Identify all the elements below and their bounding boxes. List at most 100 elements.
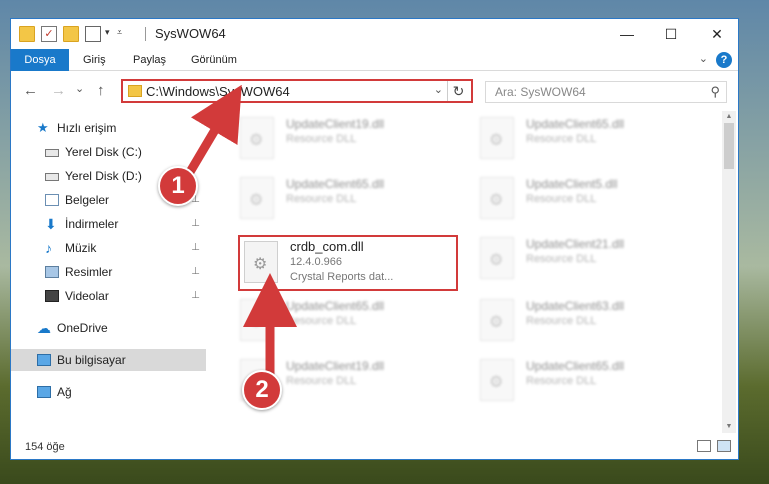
- navigation-bar: ← → ⌄ ↑ C:\Windows\SysWOW64 ⌄ ↻ Ara: Sys…: [11, 72, 738, 108]
- pin-icon[interactable]: ⊥: [191, 285, 200, 307]
- sidebar-item-onedrive[interactable]: ☁ OneDrive: [11, 317, 206, 339]
- pictures-icon: [45, 266, 59, 278]
- file-name: UpdateClient21.dll: [526, 237, 625, 251]
- new-folder-icon[interactable]: [63, 26, 79, 42]
- title-separator: [145, 27, 146, 41]
- documents-icon: [45, 194, 59, 206]
- dll-file-icon: ⚙: [480, 117, 514, 159]
- sidebar-item-label: Yerel Disk (D:): [65, 169, 142, 183]
- file-name: UpdateClient65.dll: [286, 177, 385, 191]
- file-item[interactable]: ⚙ UpdateClient65.dll Resource DLL: [476, 113, 696, 165]
- file-name: UpdateClient19.dll: [286, 359, 385, 373]
- search-icon[interactable]: ⚲: [710, 84, 720, 100]
- ribbon-tabs: Dosya Giriş Paylaş Görünüm ⌄ ?: [11, 49, 738, 71]
- address-bar[interactable]: C:\Windows\SysWOW64 ⌄ ↻: [121, 79, 473, 103]
- maximize-button[interactable]: ☐: [649, 19, 693, 49]
- network-icon: [37, 386, 51, 398]
- tab-view[interactable]: Görünüm: [181, 49, 247, 71]
- file-item[interactable]: ⚙ UpdateClient19.dll Resource DLL: [236, 113, 456, 165]
- file-version: 12.4.0.966: [290, 256, 342, 268]
- item-count: 154 öğe: [25, 441, 65, 453]
- customize-toolbar-icon[interactable]: ⩡: [117, 27, 122, 38]
- file-item[interactable]: ⚙ UpdateClient65.dll Resource DLL: [476, 355, 696, 407]
- file-type: Resource DLL: [526, 375, 597, 387]
- file-type: Resource DLL: [286, 133, 357, 145]
- minimize-button[interactable]: —: [605, 19, 649, 49]
- help-icon[interactable]: ?: [716, 52, 732, 68]
- search-input[interactable]: Ara: SysWOW64 ⚲: [485, 81, 727, 103]
- scroll-up-icon[interactable]: ▲: [722, 111, 736, 123]
- scroll-thumb[interactable]: [724, 123, 734, 169]
- file-item[interactable]: ⚙ UpdateClient63.dll Resource DLL: [476, 295, 696, 347]
- sidebar-item-network[interactable]: Ağ: [11, 381, 206, 403]
- tab-share[interactable]: Paylaş: [123, 49, 176, 71]
- close-button[interactable]: ✕: [695, 19, 739, 49]
- title-bar: ✓ ▾ ⩡ SysWOW64 — ☐ ✕: [11, 19, 738, 49]
- file-type: Resource DLL: [526, 133, 597, 145]
- status-bar: 154 öğe: [11, 435, 738, 459]
- refresh-button[interactable]: ↻: [447, 81, 469, 101]
- pin-icon[interactable]: ⊥: [191, 237, 200, 259]
- sidebar-item-this-pc[interactable]: Bu bilgisayar: [11, 349, 206, 371]
- file-item[interactable]: ⚙ UpdateClient5.dll Resource DLL: [476, 173, 696, 225]
- recent-locations-chevron-icon[interactable]: ⌄: [75, 82, 84, 95]
- file-item[interactable]: ⚙ UpdateClient65.dll Resource DLL: [236, 295, 456, 347]
- pin-icon[interactable]: ⊥: [191, 213, 200, 235]
- file-name: UpdateClient65.dll: [286, 299, 385, 313]
- sidebar-item-label: Hızlı erişim: [57, 121, 117, 135]
- folder-icon: [19, 26, 35, 42]
- file-type: Resource DLL: [286, 315, 357, 327]
- sidebar-item-label: İndirmeler: [65, 217, 119, 231]
- highlighted-file-crdb-com[interactable]: ⚙ crdb_com.dll 12.4.0.966 Crystal Report…: [238, 235, 458, 291]
- cloud-icon: ☁: [37, 320, 51, 336]
- file-type: Resource DLL: [286, 193, 357, 205]
- step-1-badge: 1: [158, 166, 198, 206]
- search-placeholder: Ara: SysWOW64: [495, 85, 586, 99]
- sidebar-item-downloads[interactable]: ⬇ İndirmeler ⊥: [11, 213, 206, 235]
- properties-check-icon[interactable]: ✓: [41, 26, 57, 42]
- pin-icon[interactable]: ⊥: [191, 261, 200, 283]
- forward-button[interactable]: →: [51, 82, 66, 99]
- tab-file[interactable]: Dosya: [11, 49, 69, 71]
- window-title: SysWOW64: [155, 26, 226, 41]
- download-icon: ⬇: [45, 216, 57, 232]
- videos-icon: [45, 290, 59, 302]
- folder-icon: [128, 85, 142, 97]
- sidebar-item-drive-c[interactable]: Yerel Disk (C:): [11, 141, 206, 163]
- dll-file-icon: ⚙: [244, 241, 278, 283]
- up-button[interactable]: ↑: [97, 82, 105, 99]
- computer-icon: [37, 354, 51, 366]
- sidebar-item-label: Yerel Disk (C:): [65, 145, 142, 159]
- address-path[interactable]: C:\Windows\SysWOW64: [146, 84, 290, 99]
- sidebar-item-music[interactable]: ♪ Müzik ⊥: [11, 237, 206, 259]
- sidebar-item-label: Belgeler: [65, 193, 110, 207]
- sidebar-item-quick-access[interactable]: ★ Hızlı erişim: [11, 117, 206, 139]
- navigation-pane: ★ Hızlı erişim Yerel Disk (C:) Yerel Dis…: [11, 111, 206, 433]
- sidebar-item-label: Ağ: [57, 385, 72, 399]
- ribbon-expand-icon[interactable]: ⌄: [699, 52, 708, 65]
- details-view-icon[interactable]: [697, 440, 711, 452]
- dll-file-icon: ⚙: [480, 177, 514, 219]
- dll-file-icon: ⚙: [480, 359, 514, 401]
- dll-file-icon: ⚙: [240, 299, 274, 341]
- file-item[interactable]: ⚙ UpdateClient21.dll Resource DLL: [476, 233, 696, 285]
- back-button[interactable]: ←: [23, 82, 38, 99]
- music-icon: ♪: [45, 240, 52, 256]
- quick-access-chevron-icon[interactable]: ▾: [105, 27, 110, 38]
- file-name: UpdateClient65.dll: [526, 359, 625, 373]
- vertical-scrollbar[interactable]: ▲ ▼: [722, 111, 736, 433]
- file-item[interactable]: ⚙ UpdateClient65.dll Resource DLL: [236, 173, 456, 225]
- scroll-down-icon[interactable]: ▼: [722, 421, 736, 433]
- file-list: ⚙ UpdateClient19.dll Resource DLL ⚙ Upda…: [216, 111, 721, 433]
- tiles-view-icon[interactable]: [717, 440, 731, 452]
- sidebar-item-pictures[interactable]: Resimler ⊥: [11, 261, 206, 283]
- sidebar-item-videos[interactable]: Videolar ⊥: [11, 285, 206, 307]
- quick-access-view-icon[interactable]: [85, 26, 101, 42]
- sidebar-item-label: Müzik: [65, 241, 97, 255]
- step-2-badge: 2: [242, 370, 282, 410]
- tab-home[interactable]: Giriş: [73, 49, 116, 71]
- file-type: Resource DLL: [526, 315, 597, 327]
- dll-file-icon: ⚙: [480, 299, 514, 341]
- address-dropdown-icon[interactable]: ⌄: [434, 83, 443, 96]
- file-name: UpdateClient65.dll: [526, 117, 625, 131]
